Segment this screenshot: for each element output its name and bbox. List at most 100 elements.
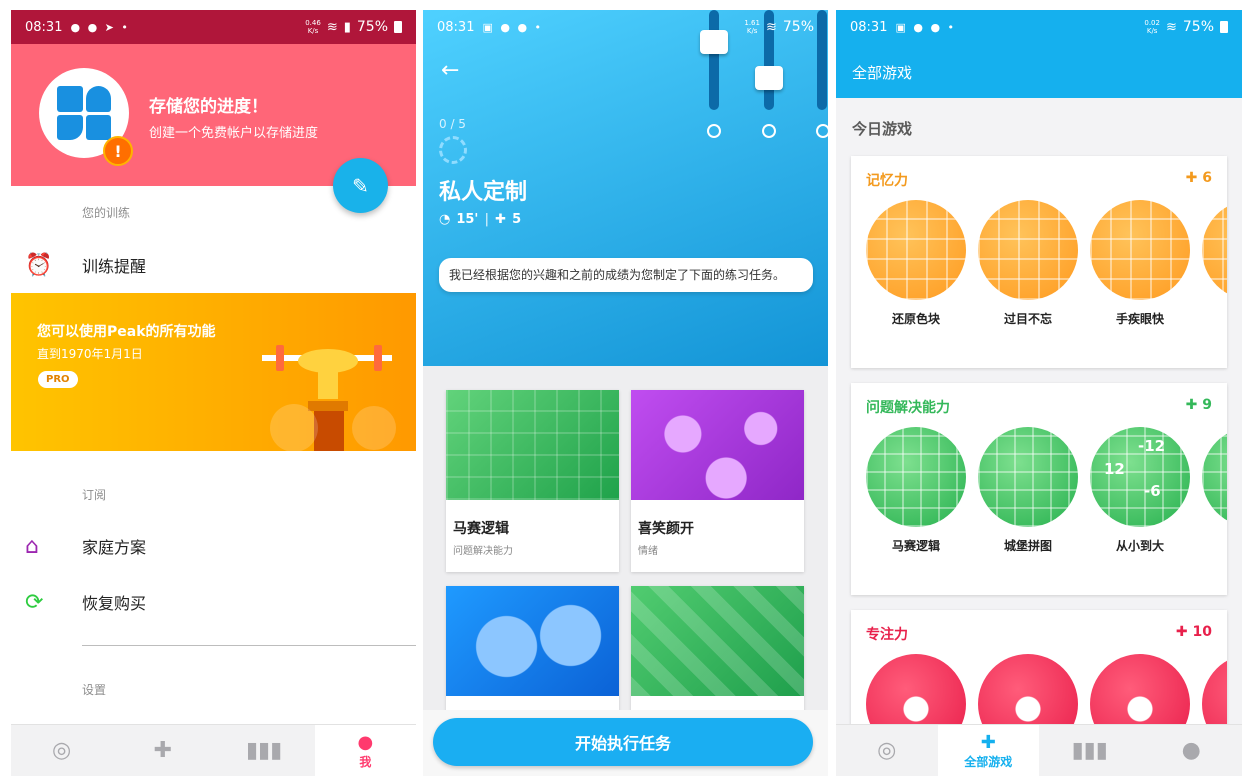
app-bar: 08:31 ▣ ● ● • 0.02 K/s ≋ 75% 全部游戏 — [836, 10, 1242, 98]
battery-level: 75% — [356, 19, 388, 35]
section-training-label: 您的训练 — [82, 206, 131, 220]
puzzle-icon: ✚ — [153, 738, 173, 763]
game-icon-photographic-memory[interactable] — [978, 200, 1078, 300]
status-bar: 08:31 ▣ ● ● • 0.02 K/s ≋ 75% — [836, 10, 1242, 44]
game-label: 还原色块 — [891, 312, 940, 326]
game-label: 从小到大 — [1115, 539, 1164, 553]
wifi-icon: ≋ — [1165, 19, 1177, 35]
category-card-problem-solving[interactable]: 问题解决能力 ✚ 9 -12 12 -6 马赛逻辑 城堡拼图 从小到大 — [851, 383, 1227, 595]
target-icon: ◎ — [52, 738, 72, 763]
category-count: ✚ 10 — [1175, 624, 1212, 640]
plan-header: 08:31 ▣ ● ● • 1.61 K/s ≋ 75% ← 0 / 5 私人定制… — [423, 10, 828, 366]
menu-item-family-plan[interactable]: ⌂ 家庭方案 — [11, 521, 416, 571]
game-thumbnail — [631, 586, 804, 696]
menu-item-reminder[interactable]: ⏰ 训练提醒 — [11, 240, 416, 290]
network-speed: 0.02 K/s — [1144, 19, 1160, 35]
bar-chart-icon: ▮▮▮ — [245, 738, 283, 763]
meta-divider: | — [484, 212, 490, 227]
pro-promo-banner[interactable]: 您可以使用Peak的所有功能 直到1970年1月1日 PRO ✦ ✦ — [11, 293, 416, 451]
decor-slider-knob — [755, 66, 783, 90]
game-card-mosaic-logic[interactable]: 马赛逻辑 问题解决能力 — [446, 390, 619, 572]
bottom-tab-bar: ◎ ✚ ▮▮▮ ● 我 — [11, 724, 416, 776]
game-card-title: 马赛逻辑 — [453, 521, 509, 537]
notification-icons: ▣ ● ● • — [895, 20, 957, 34]
menu-item-label: 训练提醒 — [82, 257, 147, 276]
battery-icon — [394, 21, 402, 33]
avatar-icon: ● — [1181, 738, 1201, 763]
game-card-category: 情绪 — [638, 546, 658, 557]
game-card-category: 问题解决能力 — [453, 546, 513, 557]
game-label: 城堡拼图 — [1003, 539, 1052, 553]
tab-workout[interactable]: ◎ — [836, 725, 938, 776]
game-icon-partial[interactable] — [1202, 200, 1227, 300]
puzzle-icon: ✚ — [495, 212, 507, 227]
game-thumbnail — [631, 390, 804, 500]
status-bar: 08:31 ● ● ➤ • 0.46 K/s ≋ ▮ 75% — [11, 10, 416, 44]
puzzle-icon: ✚ — [1185, 170, 1198, 186]
menu-item-label: 恢复购买 — [82, 594, 147, 613]
tab-stats[interactable]: ▮▮▮ — [1039, 725, 1141, 776]
status-time: 08:31 — [850, 19, 888, 35]
progress-ring-icon — [439, 136, 467, 164]
game-card-title: 喜笑颜开 — [638, 521, 694, 537]
clock-icon: ◔ — [439, 212, 451, 227]
network-speed: 0.46 K/s — [305, 19, 321, 35]
coach-message: 我已经根据您的兴趣和之前的成绩为您制定了下面的练习任务。 — [439, 258, 813, 292]
tab-label: 我 — [359, 754, 372, 769]
plan-progress: 0 / 5 — [439, 117, 466, 131]
game-thumbnail — [446, 390, 619, 500]
wifi-icon: ≋ — [326, 19, 338, 35]
start-task-button[interactable]: 开始执行任务 — [433, 718, 813, 766]
game-icon-castle-puzzle[interactable] — [978, 427, 1078, 527]
number-tile: -12 — [1138, 437, 1166, 455]
game-thumbnail — [446, 586, 619, 696]
game-label: 过目不忘 — [1003, 312, 1052, 326]
game-icon-quick-hands[interactable] — [1090, 200, 1190, 300]
tab-games[interactable]: ✚ — [112, 725, 213, 776]
category-count: ✚ 6 — [1185, 170, 1212, 186]
tab-label: 全部游戏 — [964, 754, 1013, 769]
game-icon-small-to-large[interactable]: -12 12 -6 — [1090, 427, 1190, 527]
category-card-memory[interactable]: 记忆力 ✚ 6 还原色块 过目不忘 手疾眼快 — [851, 156, 1227, 368]
edit-profile-button[interactable]: ✎ — [333, 158, 388, 213]
status-time: 08:31 — [437, 19, 475, 35]
game-icon-mosaic-logic[interactable] — [866, 427, 966, 527]
category-title: 问题解决能力 — [866, 400, 950, 416]
game-card-smile[interactable]: 喜笑颜开 情绪 — [631, 390, 804, 572]
plan-title: 私人定制 — [439, 180, 528, 205]
wifi-icon: ≋ — [765, 19, 777, 35]
all-games-screen: 08:31 ▣ ● ● • 0.02 K/s ≋ 75% 全部游戏 今日游戏 记忆… — [836, 10, 1242, 776]
decor-ring — [762, 124, 776, 138]
status-time: 08:31 — [25, 19, 63, 35]
bar-chart-icon: ▮▮▮ — [1071, 738, 1108, 763]
game-label: 马赛逻辑 — [891, 539, 940, 553]
page-title: 全部游戏 — [852, 64, 913, 82]
pro-badge: PRO — [38, 371, 78, 388]
tab-me[interactable]: ● 我 — [314, 725, 416, 776]
tab-stats[interactable]: ▮▮▮ — [214, 725, 315, 776]
home-icon: ⌂ — [25, 533, 39, 559]
puzzle-icon: ✚ — [980, 731, 996, 753]
decor-ring — [816, 124, 828, 138]
tab-all-games[interactable]: ✚ 全部游戏 — [937, 725, 1039, 776]
game-icon-restore-blocks[interactable] — [866, 200, 966, 300]
pencil-icon: ✎ — [352, 173, 369, 198]
menu-item-restore-purchase[interactable]: ⟳ 恢复购买 — [11, 577, 416, 627]
plan-games-count: 5 — [512, 212, 522, 227]
signal-icon: ▮ — [343, 19, 351, 35]
promo-subtitle: 直到1970年1月1日 — [37, 347, 143, 361]
category-count: ✚ 9 — [1185, 397, 1212, 413]
avatar-icon: ● — [357, 731, 374, 753]
back-arrow-icon[interactable]: ← — [441, 58, 459, 83]
tab-workout[interactable]: ◎ — [11, 725, 112, 776]
number-tile: 12 — [1104, 460, 1125, 478]
today-games-heading: 今日游戏 — [852, 120, 913, 138]
hero-subtitle: 创建一个免费帐户以存储进度 — [149, 126, 319, 141]
game-icon-partial[interactable] — [1202, 427, 1227, 527]
tab-me[interactable]: ● — [1141, 725, 1243, 776]
category-card-focus[interactable]: 专注力 ✚ 10 — [851, 610, 1227, 740]
section-subscription-label: 订阅 — [82, 488, 107, 502]
category-title: 记忆力 — [866, 173, 908, 189]
refresh-icon: ⟳ — [25, 589, 44, 615]
divider — [82, 645, 416, 646]
